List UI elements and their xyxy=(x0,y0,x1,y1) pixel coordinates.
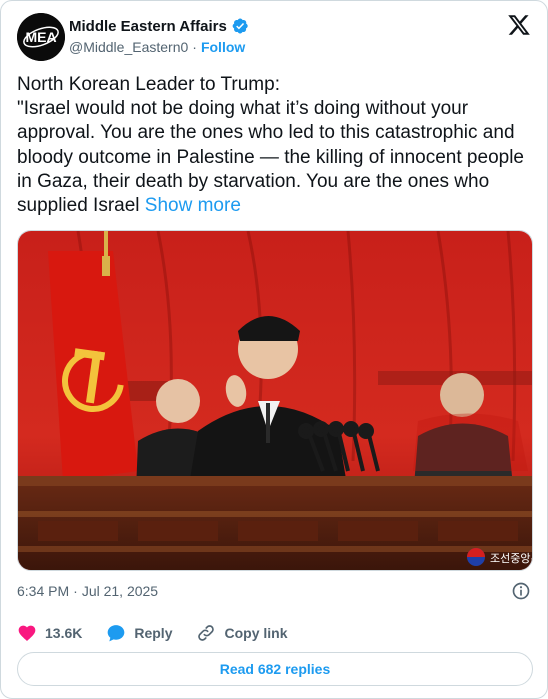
tweet-text: North Korean Leader to Trump: "Israel wo… xyxy=(17,73,533,218)
show-more-link[interactable]: Show more xyxy=(145,195,241,216)
mea-logo-icon: MEA xyxy=(17,13,65,61)
separator-dot: · xyxy=(192,39,197,55)
tweet-header: MEA Middle Eastern Affairs @Middle_Easte… xyxy=(17,13,531,61)
like-button[interactable]: 13.6K xyxy=(17,623,82,643)
tweet-date: Jul 21, 2025 xyxy=(81,583,159,599)
display-name-row: Middle Eastern Affairs xyxy=(69,16,249,36)
tweet-body: North Korean Leader to Trump: "Israel wo… xyxy=(17,74,524,217)
author-handle[interactable]: @Middle_Eastern0 xyxy=(69,39,188,55)
x-logo-icon[interactable] xyxy=(507,13,531,37)
read-replies-label: Read 682 replies xyxy=(219,661,331,677)
heart-icon xyxy=(18,625,36,641)
author-names: Middle Eastern Affairs @Middle_Eastern0 … xyxy=(69,16,249,55)
photo-illustration: 조선중앙통신 xyxy=(18,231,533,570)
author-display-name[interactable]: Middle Eastern Affairs xyxy=(69,18,227,35)
timestamp-separator: · xyxy=(73,583,78,599)
tweet-timestamp[interactable]: 6:34 PM · Jul 21, 2025 xyxy=(17,583,158,599)
avatar-text: MEA xyxy=(25,29,56,45)
handle-row: @Middle_Eastern0 · Follow xyxy=(69,39,249,55)
verified-badge-icon xyxy=(232,18,248,34)
tweet-actions: 13.6K Reply Copy link xyxy=(17,621,312,645)
likes-count: 13.6K xyxy=(45,625,83,641)
read-replies-button[interactable]: Read 682 replies xyxy=(17,652,533,686)
reply-button[interactable]: Reply xyxy=(106,623,172,643)
author-avatar[interactable]: MEA xyxy=(17,13,65,61)
reply-bubble-icon xyxy=(108,625,125,642)
watermark-text: 조선중앙통신 xyxy=(490,552,533,565)
info-icon[interactable] xyxy=(511,581,531,601)
tweet-photo[interactable]: 조선중앙통신 xyxy=(17,230,533,571)
link-icon xyxy=(198,625,215,641)
follow-button[interactable]: Follow xyxy=(201,39,245,55)
tweet-embed-card: MEA Middle Eastern Affairs @Middle_Easte… xyxy=(0,0,548,699)
tweet-time: 6:34 PM xyxy=(17,583,70,599)
copy-link-button[interactable]: Copy link xyxy=(196,623,288,643)
copy-link-label: Copy link xyxy=(224,625,288,641)
reply-label: Reply xyxy=(134,625,173,641)
